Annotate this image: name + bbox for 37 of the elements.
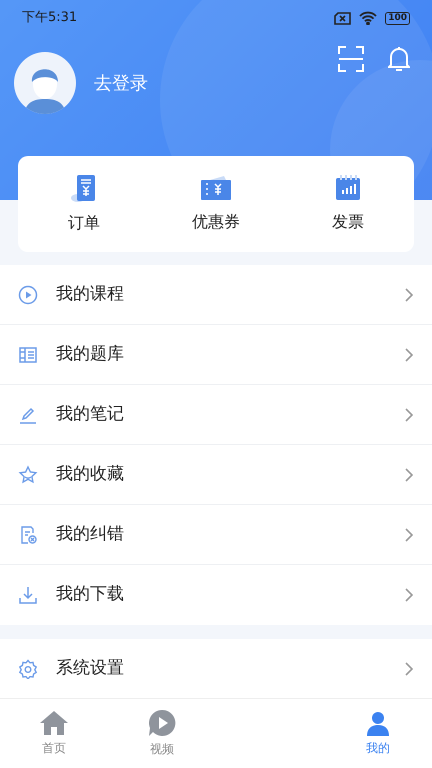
menu-item[interactable]: 系统设置 — [0, 639, 432, 699]
tab[interactable]: 视频 — [108, 699, 216, 768]
download-icon — [18, 585, 38, 605]
tab[interactable]: 我的 — [324, 699, 432, 768]
chevron-icon — [404, 526, 414, 542]
star-icon — [18, 464, 38, 484]
menu-item[interactable]: 我的课程 — [0, 265, 432, 325]
chevron-icon — [404, 346, 414, 362]
settings-icon — [18, 659, 38, 679]
video-icon — [148, 709, 176, 737]
calendar-chart-icon — [334, 174, 362, 202]
ticket-icon — [200, 174, 232, 202]
home-icon — [39, 710, 69, 736]
receipt-icon — [70, 173, 98, 203]
chevron-icon — [404, 466, 414, 482]
wifi-icon — [359, 11, 378, 25]
shortcut-label[interactable]: 优惠券 — [192, 210, 240, 234]
tab[interactable]: 首页 — [0, 699, 108, 768]
menu-item[interactable]: 我的收藏 — [0, 445, 432, 505]
shortcut-label[interactable]: 发票 — [332, 210, 364, 234]
menu-item[interactable]: 我的下载 — [0, 565, 432, 625]
status-time: 下午5:31 — [22, 9, 78, 28]
chevron-icon — [404, 587, 414, 603]
shortcut-label[interactable]: 订单 — [68, 211, 100, 235]
scan-icon[interactable] — [338, 46, 364, 72]
list-icon — [18, 344, 38, 364]
chevron-icon — [404, 661, 414, 677]
bell-icon[interactable] — [388, 46, 410, 72]
chevron-icon — [404, 286, 414, 302]
menu-item[interactable]: 我的题库 — [0, 325, 432, 385]
menu-item[interactable]: 我的笔记 — [0, 385, 432, 445]
play-icon — [18, 284, 38, 304]
sim-icon — [334, 12, 352, 24]
menu-item[interactable]: 我的纠错 — [0, 505, 432, 565]
person-icon — [365, 710, 391, 736]
battery-indicator: 100 — [385, 12, 410, 24]
chevron-icon — [404, 406, 414, 422]
